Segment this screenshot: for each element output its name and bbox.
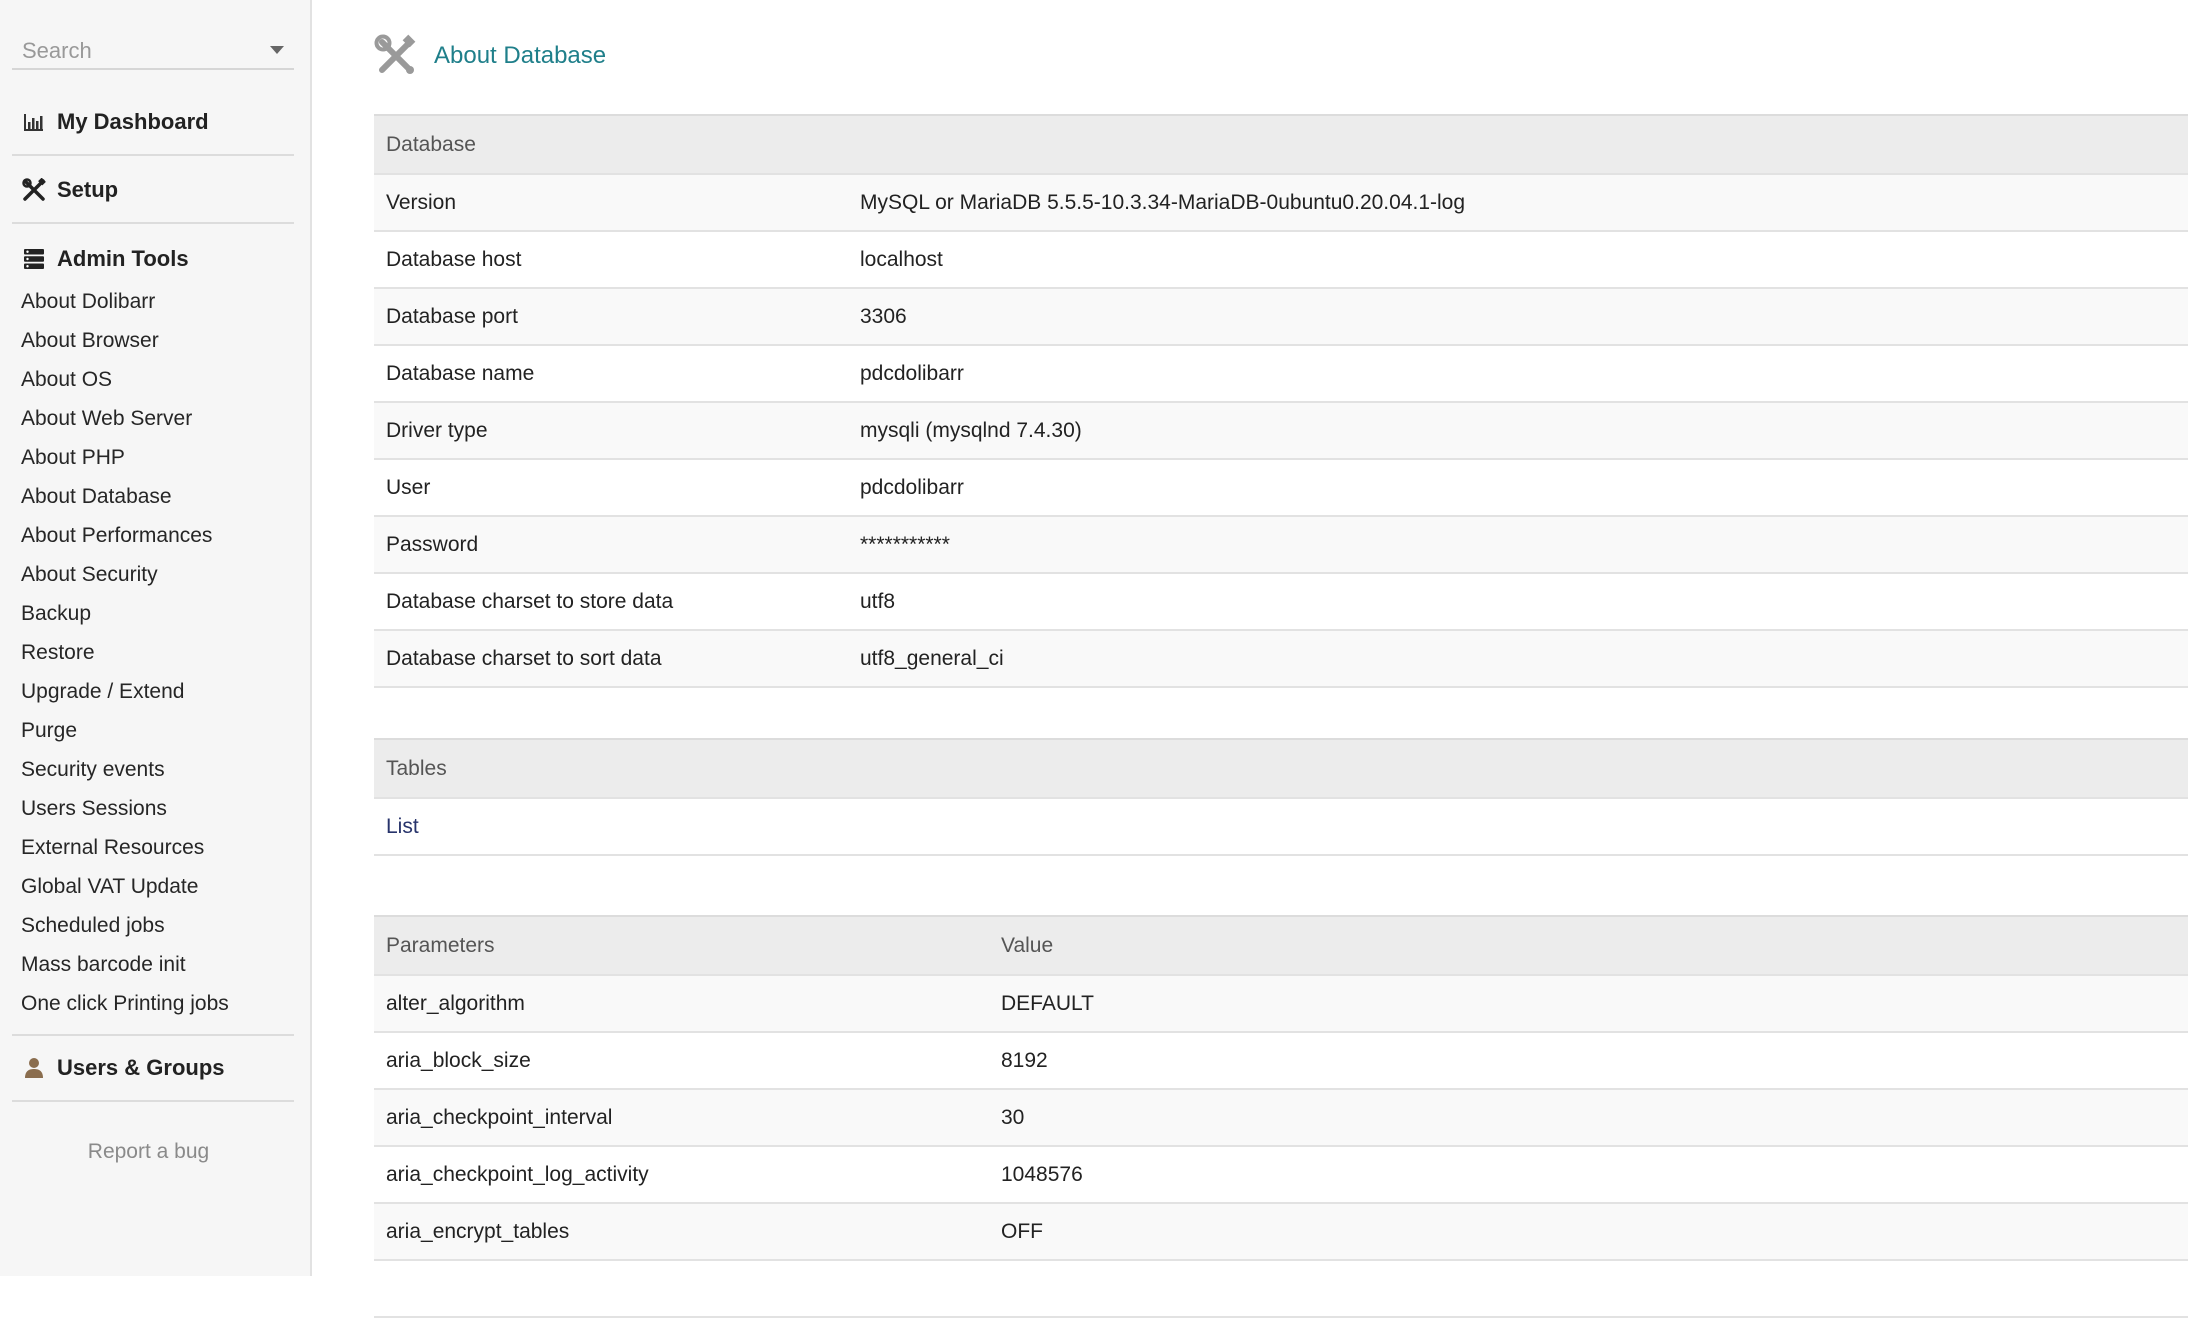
param-name: alter_algorithm: [374, 975, 989, 1033]
row-value: pdcdolibarr: [848, 459, 2188, 517]
table-header-row: Parameters Value: [374, 915, 2188, 976]
row-label: Database host: [374, 231, 848, 289]
menu-admin-tools[interactable]: Admin Tools: [12, 236, 294, 282]
submenu-global-vat-update[interactable]: Global VAT Update: [21, 872, 301, 911]
submenu-users-sessions[interactable]: Users Sessions: [21, 794, 301, 833]
table-row: List: [374, 798, 2188, 856]
row-label: Database charset to sort data: [374, 630, 848, 688]
param-value: [989, 1260, 2188, 1318]
row-label: Version: [374, 174, 848, 232]
row-value: localhost: [848, 231, 2188, 289]
row-value: utf8: [848, 573, 2188, 631]
param-name: aria_checkpoint_interval: [374, 1089, 989, 1147]
submenu-about-database[interactable]: About Database: [21, 482, 301, 521]
menu-admin-tools-label: Admin Tools: [57, 246, 189, 271]
main-content: About Database Database Version MySQL or…: [374, 0, 2188, 1318]
param-value: 8192: [989, 1032, 2188, 1090]
row-value: 3306: [848, 288, 2188, 346]
tables-list-link[interactable]: List: [386, 815, 419, 838]
submenu-security-events[interactable]: Security events: [21, 755, 301, 794]
chevron-down-icon[interactable]: [270, 46, 284, 54]
param-name: [374, 1260, 989, 1318]
search-input[interactable]: [20, 34, 264, 68]
tables-section-table: Tables List: [374, 738, 2188, 856]
search-box[interactable]: [12, 34, 294, 70]
page-title: About Database: [434, 42, 607, 69]
row-value: pdcdolibarr: [848, 345, 2188, 403]
menu-my-dashboard-label: My Dashboard: [57, 109, 209, 134]
submenu-about-os[interactable]: About OS: [21, 365, 301, 404]
submenu-about-web-server[interactable]: About Web Server: [21, 404, 301, 443]
table-row: Version MySQL or MariaDB 5.5.5-10.3.34-M…: [374, 174, 2188, 232]
submenu-backup[interactable]: Backup: [21, 599, 301, 638]
menu-my-dashboard[interactable]: My Dashboard: [12, 90, 294, 156]
row-value: utf8_general_ci: [848, 630, 2188, 688]
tables-section-header: Tables: [374, 738, 2188, 799]
submenu-scheduled-jobs[interactable]: Scheduled jobs: [21, 911, 301, 950]
row-label: Password: [374, 516, 848, 574]
submenu-about-security[interactable]: About Security: [21, 560, 301, 599]
submenu-about-performances[interactable]: About Performances: [21, 521, 301, 560]
table-row: Database port 3306: [374, 288, 2188, 346]
table-row: Database charset to sort data utf8_gener…: [374, 630, 2188, 688]
table-header-row: Tables: [374, 738, 2188, 799]
table-header-row: Database: [374, 114, 2188, 175]
parameters-table: Parameters Value alter_algorithm DEFAULT…: [374, 915, 2188, 1318]
admin-tools-submenu: About Dolibarr About Browser About OS Ab…: [21, 287, 301, 1028]
row-value: ***********: [848, 516, 2188, 574]
table-row: Database host localhost: [374, 231, 2188, 289]
submenu-one-click-printing-jobs[interactable]: One click Printing jobs: [21, 989, 301, 1028]
database-section-header: Database: [374, 114, 2188, 175]
column-header-value: Value: [989, 915, 2188, 976]
row-value: MySQL or MariaDB 5.5.5-10.3.34-MariaDB-0…: [848, 174, 2188, 232]
table-row: Driver type mysqli (mysqlnd 7.4.30): [374, 402, 2188, 460]
tools-icon: [374, 34, 418, 78]
submenu-upgrade-extend[interactable]: Upgrade / Extend: [21, 677, 301, 716]
submenu-mass-barcode-init[interactable]: Mass barcode init: [21, 950, 301, 989]
submenu-purge[interactable]: Purge: [21, 716, 301, 755]
table-row: alter_algorithm DEFAULT: [374, 975, 2188, 1033]
report-bug-label: Report a bug: [87, 1140, 210, 1163]
row-value: mysqli (mysqlnd 7.4.30): [848, 402, 2188, 460]
submenu-about-browser[interactable]: About Browser: [21, 326, 301, 365]
param-value: OFF: [989, 1203, 2188, 1261]
submenu-about-dolibarr[interactable]: About Dolibarr: [21, 287, 301, 326]
tools-icon: [21, 177, 47, 203]
row-label: Database charset to store data: [374, 573, 848, 631]
menu-users-groups-label: Users & Groups: [57, 1055, 225, 1080]
table-row: Password ***********: [374, 516, 2188, 574]
table-row: Database charset to store data utf8: [374, 573, 2188, 631]
menu-users-groups[interactable]: Users & Groups: [12, 1034, 294, 1102]
row-label: Database port: [374, 288, 848, 346]
row-label: Driver type: [374, 402, 848, 460]
table-row: [374, 1260, 2188, 1318]
page-header: About Database: [374, 34, 606, 78]
menu-setup[interactable]: Setup: [12, 158, 294, 224]
submenu-about-php[interactable]: About PHP: [21, 443, 301, 482]
column-header-parameters: Parameters: [374, 915, 989, 976]
param-name: aria_encrypt_tables: [374, 1203, 989, 1261]
submenu-external-resources[interactable]: External Resources: [21, 833, 301, 872]
report-bug-link[interactable]: Report a bug: [0, 1140, 285, 1164]
row-label: User: [374, 459, 848, 517]
server-icon: [21, 246, 47, 272]
param-value: DEFAULT: [989, 975, 2188, 1033]
param-name: aria_block_size: [374, 1032, 989, 1090]
row-label: Database name: [374, 345, 848, 403]
table-row: User pdcdolibarr: [374, 459, 2188, 517]
table-row: aria_checkpoint_interval 30: [374, 1089, 2188, 1147]
table-row: Database name pdcdolibarr: [374, 345, 2188, 403]
submenu-restore[interactable]: Restore: [21, 638, 301, 677]
table-row: aria_encrypt_tables OFF: [374, 1203, 2188, 1261]
table-row: aria_checkpoint_log_activity 1048576: [374, 1146, 2188, 1204]
menu-setup-label: Setup: [57, 177, 119, 202]
chart-bar-icon: [21, 109, 47, 135]
param-value: 1048576: [989, 1146, 2188, 1204]
user-icon: [21, 1055, 47, 1081]
database-info-table: Database Version MySQL or MariaDB 5.5.5-…: [374, 114, 2188, 688]
left-sidebar: My Dashboard Setup Admin Tools: [0, 0, 312, 1276]
table-row: aria_block_size 8192: [374, 1032, 2188, 1090]
param-value: 30: [989, 1089, 2188, 1147]
param-name: aria_checkpoint_log_activity: [374, 1146, 989, 1204]
